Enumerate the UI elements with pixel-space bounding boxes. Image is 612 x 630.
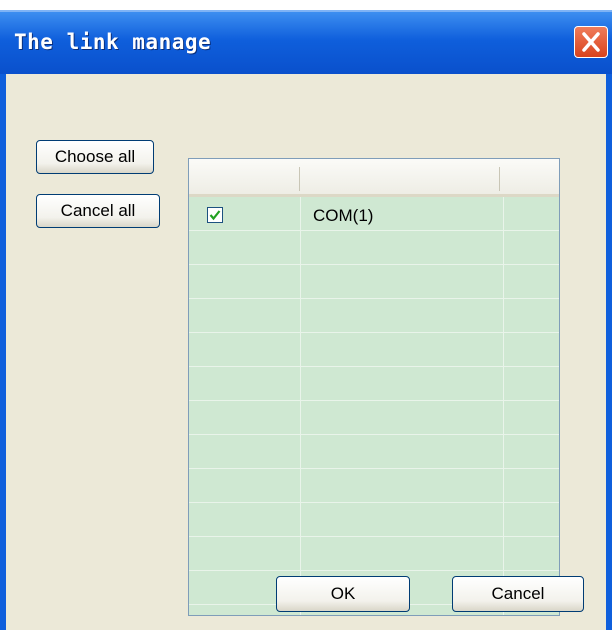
table-row-empty bbox=[189, 265, 559, 299]
table-row[interactable]: COM(1) bbox=[189, 197, 559, 231]
row-checkbox[interactable] bbox=[207, 207, 223, 223]
table-row-empty bbox=[189, 537, 559, 571]
table-row-empty bbox=[189, 367, 559, 401]
table-row-empty bbox=[189, 435, 559, 469]
checkmark-icon bbox=[209, 210, 221, 221]
table-header bbox=[189, 159, 559, 197]
choose-all-button[interactable]: Choose all bbox=[36, 140, 154, 174]
link-table[interactable]: COM(1) bbox=[188, 158, 560, 616]
link-name-cell: COM(1) bbox=[313, 206, 374, 225]
link-manage-dialog: The link manage Choose all Cancel all CO… bbox=[0, 10, 612, 630]
cancel-button[interactable]: Cancel bbox=[452, 576, 584, 612]
title-bar[interactable]: The link manage bbox=[0, 10, 612, 74]
close-button[interactable] bbox=[574, 26, 608, 58]
window-frame-right bbox=[606, 74, 612, 630]
cancel-all-button[interactable]: Cancel all bbox=[36, 194, 160, 228]
dialog-body: Choose all Cancel all COM(1) OK Cancel bbox=[6, 74, 606, 630]
ok-button[interactable]: OK bbox=[276, 576, 410, 612]
table-row-empty bbox=[189, 333, 559, 367]
table-row-empty bbox=[189, 469, 559, 503]
table-row-empty bbox=[189, 401, 559, 435]
table-row-empty bbox=[189, 299, 559, 333]
table-row-empty bbox=[189, 231, 559, 265]
table-row-empty bbox=[189, 503, 559, 537]
column-separator[interactable] bbox=[499, 167, 500, 191]
dialog-title: The link manage bbox=[14, 30, 212, 54]
column-separator[interactable] bbox=[299, 167, 300, 191]
close-icon bbox=[582, 32, 600, 52]
